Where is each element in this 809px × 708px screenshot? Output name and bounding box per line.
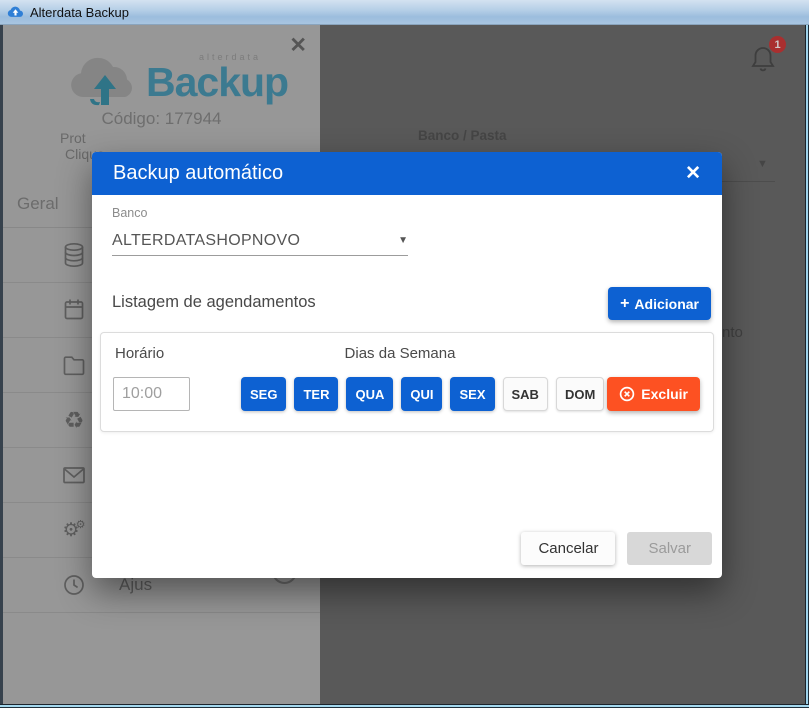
app-cloud-icon bbox=[7, 6, 24, 17]
day-toggle-sab[interactable]: SAB bbox=[502, 377, 548, 411]
excluir-button[interactable]: Excluir bbox=[607, 377, 700, 411]
horario-label: Horário bbox=[115, 345, 165, 362]
background-dropdown-caret-icon[interactable]: ▼ bbox=[757, 158, 768, 170]
circle-x-icon bbox=[620, 386, 635, 402]
plus-icon: + bbox=[620, 294, 630, 312]
notification-count: 1 bbox=[774, 38, 781, 51]
sidebar-section-geral: Geral bbox=[17, 194, 59, 213]
adicionar-button-label: Adicionar bbox=[634, 295, 699, 312]
banco-select[interactable]: ALTERDATASHOPNOVO ▼ bbox=[112, 226, 408, 256]
day-toggle-dom[interactable]: DOM bbox=[555, 377, 605, 411]
day-toggle-sex[interactable]: SEX bbox=[450, 377, 495, 411]
dialog-title: Backup automático bbox=[113, 162, 284, 184]
codigo-label: Código: 177944 bbox=[101, 109, 222, 128]
adicionar-button[interactable]: + Adicionar bbox=[608, 287, 711, 320]
drawer-close-icon[interactable]: ✕ bbox=[289, 35, 307, 56]
recycle-icon: ♻ bbox=[63, 406, 85, 433]
promo-text-line1: Prot bbox=[60, 130, 86, 146]
salvar-button[interactable]: Salvar bbox=[627, 532, 712, 565]
folder-icon bbox=[59, 352, 89, 378]
window-border-bottom bbox=[0, 704, 809, 708]
window-border-right bbox=[805, 25, 809, 708]
listagem-heading: Listagem de agendamentos bbox=[112, 293, 316, 311]
dias-da-semana-label: Dias da Semana bbox=[344, 345, 456, 362]
horario-input[interactable] bbox=[113, 377, 190, 411]
clock-icon bbox=[59, 572, 89, 598]
backup-automatico-dialog: Backup automático ✕ Banco ALTERDATASHOPN… bbox=[92, 152, 722, 578]
logo-backup-text: Backup bbox=[146, 59, 289, 105]
calendar-icon bbox=[59, 297, 89, 323]
sidebar-item-label: Ajus bbox=[119, 575, 153, 594]
excluir-button-label: Excluir bbox=[641, 386, 688, 402]
weekday-toggle-group: SEG TER QUA QUI SEX SAB DOM bbox=[241, 377, 605, 411]
window-title: Alterdata Backup bbox=[30, 4, 130, 20]
banco-pasta-label: Banco / Pasta bbox=[418, 128, 507, 143]
schedule-card: Horário Dias da Semana SEG TER QUA QUI S… bbox=[100, 332, 714, 432]
chevron-down-icon: ▼ bbox=[398, 235, 408, 246]
notification-badge: 1 bbox=[769, 36, 786, 53]
day-toggle-qua[interactable]: QUA bbox=[346, 377, 394, 411]
envelope-icon bbox=[59, 462, 89, 488]
dialog-footer: Cancelar Salvar bbox=[521, 532, 712, 565]
dialog-header: Backup automático ✕ bbox=[92, 152, 722, 195]
banco-select-value: ALTERDATASHOPNOVO bbox=[112, 231, 301, 249]
banco-field-label: Banco bbox=[112, 206, 148, 220]
cancelar-button[interactable]: Cancelar bbox=[521, 532, 616, 565]
dialog-close-icon[interactable]: ✕ bbox=[685, 164, 701, 183]
day-toggle-ter[interactable]: TER bbox=[294, 377, 339, 411]
window-titlebar: Alterdata Backup bbox=[0, 0, 809, 25]
logo-cloud-icon bbox=[71, 57, 132, 106]
gears-icon: ⚙ ⚙ bbox=[62, 518, 86, 541]
app-window: Alterdata Backup ✕ ✕ alterdata Backup Có… bbox=[0, 0, 809, 708]
background-text-fragment: nto bbox=[722, 324, 743, 341]
day-toggle-qui[interactable]: QUI bbox=[401, 377, 443, 411]
window-border-left bbox=[0, 25, 3, 708]
database-icon bbox=[59, 242, 89, 268]
day-toggle-seg[interactable]: SEG bbox=[241, 377, 287, 411]
